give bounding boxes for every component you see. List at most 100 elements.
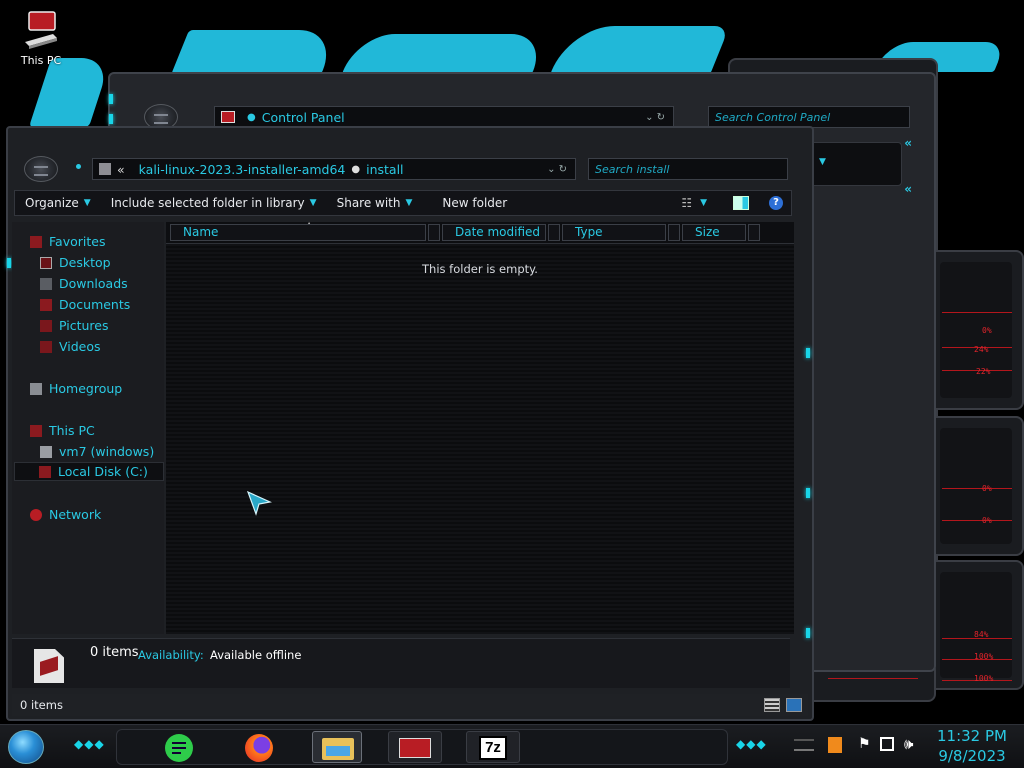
nav-local-disk-c[interactable]: Local Disk (C:) <box>14 462 164 481</box>
details-item-count: 0 items <box>90 645 139 660</box>
column-header: ▲ Name Date modified Type Size <box>166 220 794 244</box>
large-icons-view-icon[interactable] <box>786 698 802 712</box>
taskbar: ◆◆◆ 7z ◆◆◆ ⚑ 🕪 11:32 PM 9/8/2023 <box>0 724 1024 768</box>
availability-value: Available offline <box>210 648 302 662</box>
control-panel-address-bar[interactable]: ● Control Panel ⌄ ↻ <box>214 106 674 128</box>
nav-homegroup[interactable]: Homegroup <box>30 379 122 398</box>
file-list[interactable]: ▲ Name Date modified Type Size This fold… <box>166 220 794 634</box>
taskbar-decor: ◆◆◆ <box>736 737 767 751</box>
nav-this-pc[interactable]: This PC <box>30 421 95 440</box>
address-overflow[interactable]: « <box>117 162 125 177</box>
column-divider[interactable] <box>748 224 760 241</box>
nav-favorites[interactable]: Favorites <box>30 232 105 251</box>
hud-panel-bottom: 84% 100% 100% <box>928 560 1024 690</box>
wallpaper-shape <box>28 58 112 128</box>
hud-readout: 0% <box>982 516 992 525</box>
clock-time[interactable]: 11:32 PM <box>932 727 1012 745</box>
nav-pictures[interactable]: Pictures <box>40 316 109 335</box>
double-chevron-left-icon[interactable]: « <box>904 136 912 150</box>
app-tray-icon[interactable] <box>828 737 842 753</box>
hud-readout: 100% <box>974 652 994 661</box>
column-divider[interactable] <box>428 224 440 241</box>
view-options-icon[interactable]: ☷ <box>681 196 692 210</box>
refresh-icon[interactable]: ⌄ ↻ <box>547 164 575 175</box>
chevron-down-icon: ▼ <box>83 198 91 208</box>
search-box[interactable] <box>588 158 788 180</box>
status-item-count: 0 items <box>20 698 63 712</box>
address-bar[interactable]: « kali-linux-2023.3-installer-amd64 ● in… <box>92 158 576 180</box>
column-type[interactable]: Type <box>562 224 666 241</box>
wallpaper-shape <box>550 26 730 74</box>
taskbar-app-media[interactable] <box>388 731 442 763</box>
taskbar-app-firefox[interactable] <box>236 731 282 763</box>
command-bar: Organize ▼ Include selected folder in lib… <box>14 190 792 216</box>
documents-icon <box>40 298 52 311</box>
desktop-icon-this-pc[interactable]: This PC <box>14 8 68 67</box>
network-drive-icon <box>40 445 52 458</box>
pictures-icon <box>40 319 52 332</box>
new-folder-button[interactable]: New folder <box>422 196 517 210</box>
chevron-down-icon[interactable]: ▼ <box>819 157 826 167</box>
nav-documents[interactable]: Documents <box>40 295 130 314</box>
address-segment[interactable]: install <box>366 162 403 177</box>
network-icon <box>30 508 42 521</box>
taskbar-app-7zip[interactable]: 7z <box>466 731 520 763</box>
hud-readout: 0% <box>982 326 992 335</box>
column-name[interactable]: Name <box>170 224 426 241</box>
action-center-flag-icon[interactable]: ⚑ <box>858 736 871 752</box>
address-segment[interactable]: kali-linux-2023.3-installer-amd64 <box>139 162 346 177</box>
desktop: This PC 0% 24% 22% 0% 0% 84% 100% 100% ●… <box>0 0 1024 768</box>
wallpaper-shape <box>170 30 340 75</box>
nav-network[interactable]: Network <box>30 505 101 524</box>
hud-readout: 24% <box>974 345 989 354</box>
clock-date[interactable]: 9/8/2023 <box>932 747 1012 765</box>
mouse-cursor-icon <box>246 490 272 520</box>
column-divider[interactable] <box>548 224 560 241</box>
nav-desktop[interactable]: Desktop <box>40 253 111 272</box>
details-view-icon[interactable] <box>764 698 780 712</box>
hud-readout: 100% <box>974 674 994 683</box>
folder-thumbnail-icon <box>34 649 64 683</box>
navigation-pane: Favorites Desktop Downloads Documents Pi… <box>12 222 164 634</box>
taskbar-app-file-explorer[interactable] <box>312 731 362 763</box>
control-panel-search[interactable] <box>708 106 910 128</box>
show-hidden-icons-icon[interactable] <box>794 739 814 751</box>
availability-label: Availability: <box>138 648 204 662</box>
network-tray-icon[interactable] <box>880 737 894 751</box>
search-input[interactable] <box>715 110 909 124</box>
help-icon[interactable]: ? <box>769 196 783 210</box>
computer-icon <box>21 8 61 52</box>
explorer-window[interactable]: « kali-linux-2023.3-installer-amd64 ● in… <box>6 126 814 721</box>
folder-icon <box>322 738 354 760</box>
start-button[interactable] <box>8 730 44 764</box>
wallpaper-shape <box>341 34 549 74</box>
nav-downloads[interactable]: Downloads <box>40 274 128 293</box>
column-date-modified[interactable]: Date modified <box>442 224 546 241</box>
nav-videos[interactable]: Videos <box>40 337 101 356</box>
7zip-icon: 7z <box>479 736 507 760</box>
taskbar-app-notes[interactable] <box>156 731 202 763</box>
column-size[interactable]: Size <box>682 224 746 241</box>
column-divider[interactable] <box>668 224 680 241</box>
share-with-button[interactable]: Share with ▼ <box>327 196 423 210</box>
chevron-down-icon[interactable]: ⌄ ↻ <box>645 112 673 123</box>
double-chevron-left-icon[interactable]: « <box>904 182 912 196</box>
include-in-library-button[interactable]: Include selected folder in library ▼ <box>101 196 327 210</box>
chevron-down-icon[interactable]: ▼ <box>700 198 707 208</box>
homegroup-icon <box>30 382 42 395</box>
chevron-down-icon: ▼ <box>405 198 413 208</box>
forward-nav-dot[interactable] <box>76 164 81 169</box>
preview-pane-icon[interactable] <box>733 196 749 210</box>
computer-icon <box>30 424 42 437</box>
taskbar-decor: ◆◆◆ <box>74 737 105 751</box>
organize-button[interactable]: Organize ▼ <box>15 196 101 210</box>
empty-folder-message: This folder is empty. <box>422 262 538 276</box>
back-nav-button[interactable] <box>24 156 58 182</box>
control-panel-icon <box>221 111 235 123</box>
hud-panel-top: 0% 24% 22% <box>928 250 1024 410</box>
search-input[interactable] <box>595 162 787 176</box>
volume-icon[interactable]: 🕪 <box>904 735 913 753</box>
back-window-pane: ▼ <box>810 142 902 186</box>
nav-vm7-windows[interactable]: vm7 (windows) <box>40 442 154 461</box>
address-segment[interactable]: Control Panel <box>262 110 345 125</box>
